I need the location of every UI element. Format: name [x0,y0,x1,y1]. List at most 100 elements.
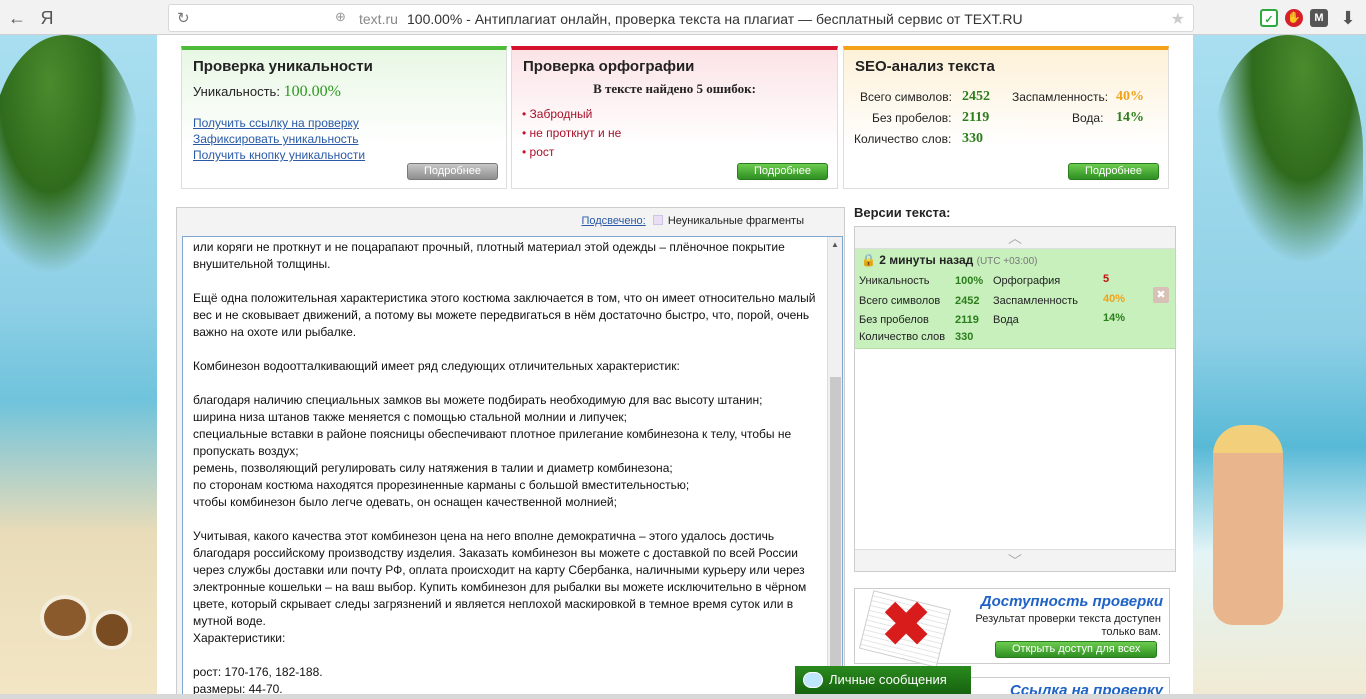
uniqueness-label: Уникальность: [193,84,280,99]
version-words-label: Количество слов [859,331,946,343]
uniqueness-value: 100.00% [283,83,341,100]
versions-title: Версии текста: [854,205,951,220]
uniqueness-card: Проверка уникальности Уникальность: 100.… [181,46,507,189]
versions-sidebar: Версии текста: ︿ 🔒 2 минуты назад (UTC +… [854,205,1179,699]
chat-bubble-icon [803,672,823,688]
version-water-label: Вода [993,314,1019,326]
text-blank [193,511,821,528]
background-beach-left [0,35,157,699]
highlight-legend: Подсвечено: Неуникальные фрагменты [581,215,804,227]
text-blank [193,375,821,392]
version-words-value: 330 [955,331,974,343]
versions-list: ︿ 🔒 2 минуты назад (UTC +03:00) Уникальн… [854,226,1176,572]
access-promo: ✖ Доступность проверки Результат проверк… [854,588,1170,668]
seo-words-label: Количество слов: [854,132,952,146]
uniqueness-line: Уникальность: 100.00% [193,83,506,101]
version-delete-icon[interactable]: ✖ [1153,287,1169,303]
fix-uniqueness-link[interactable]: Зафиксировать уникальность [193,131,506,147]
text-line: Учитывая, какого качества этот комбинезо… [193,529,807,628]
spelling-error-item[interactable]: Забродный [522,105,837,124]
m-extension-icon[interactable]: M [1310,9,1328,27]
text-line: ширина низа штанов также меняется с помо… [193,410,627,424]
version-total-label: Всего символов [859,295,941,307]
version-total-value: 2452 [955,295,980,307]
uniqueness-details-button[interactable]: Подробнее [407,163,499,180]
globe-icon: ⊕ [335,9,346,24]
seo-spam-value: 40% [1116,89,1144,104]
spelling-card: Проверка орфографии В тексте найдено 5 о… [511,46,838,189]
coconut-right [92,610,132,650]
version-time: 2 минуты назад [879,253,974,267]
text-blank [193,273,821,290]
text-area[interactable]: или коряги не проткнут и не поцарапают п… [182,236,843,698]
lock-icon: 🔒 [861,253,876,267]
version-spam-value: 40% [1103,293,1126,305]
seo-water-value: 14% [1116,110,1144,125]
version-spell-value: 5 [1103,273,1110,285]
text-line: специальные вставки в районе поясницы об… [193,427,792,458]
yandex-logo-icon[interactable]: Я [36,7,58,29]
seo-total-label: Всего символов: [860,90,952,104]
text-editor-panel: Подсвечено: Неуникальные фрагменты или к… [176,207,845,699]
seo-nospace-label: Без пробелов: [872,111,952,125]
version-nospace-value: 2119 [955,314,979,326]
seo-card: SEO-анализ текста Всего символов: 2452 З… [843,46,1169,189]
page-content: Проверка уникальности Уникальность: 100.… [157,35,1193,699]
seo-details-button[interactable]: Подробнее [1068,163,1160,180]
text-line: Комбинезон водоотталкивающий имеет ряд с… [193,359,680,373]
get-check-link[interactable]: Получить ссылку на проверку [193,115,506,131]
highlight-link[interactable]: Подсвечено: [581,215,645,227]
bottom-strip [0,694,1366,699]
uniqueness-links: Получить ссылку на проверку Зафиксироват… [193,115,506,163]
download-icon[interactable]: ⬇ [1337,7,1359,29]
spelling-error-item[interactable]: не проткнут и не [522,124,837,143]
text-blank [193,341,821,358]
open-access-button[interactable]: Открыть доступ для всех [995,641,1158,658]
adguard-shield-icon[interactable]: ✓ [1260,9,1278,27]
scrollbar-thumb[interactable] [830,377,841,697]
adblock-stop-icon[interactable]: ✋ [1285,9,1303,27]
red-cross-icon: ✖ [881,591,932,658]
seo-spam-label: Заспамленность: [1012,90,1109,104]
page-title: 100.00% - Антиплагиат онлайн, проверка т… [407,11,1023,27]
background-beach-right [1193,35,1366,699]
seo-words-value: 330 [962,131,983,146]
version-water-value: 14% [1103,312,1126,324]
spelling-error-item[interactable]: рост [522,143,837,162]
text-line: ремень, позволяющий регулировать силу на… [193,461,673,475]
version-uniq-label: Уникальность [859,275,930,287]
version-item[interactable]: 🔒 2 минуты назад (UTC +03:00) Уникальнос… [855,249,1175,349]
text-line: по сторонам костюма находятся прорезинен… [193,478,690,492]
versions-up-icon[interactable]: ︿ [855,227,1175,249]
palm-leaves-right [1213,35,1363,265]
text-scrollbar[interactable]: ▲ [827,237,842,697]
text-blank [193,647,821,664]
woman-figure [1213,425,1283,625]
back-icon[interactable]: ← [6,7,28,29]
highlight-legend-label: Неуникальные фрагменты [667,215,804,227]
scroll-up-icon[interactable]: ▲ [831,240,839,249]
get-uniqueness-button-link[interactable]: Получить кнопку уникальности [193,147,506,163]
text-line: рост: 170-176, 182-188. [193,665,323,679]
seo-nospace-value: 2119 [962,110,990,125]
version-nospace-label: Без пробелов [859,314,929,326]
address-bar[interactable]: ↻ ⊕ text.ru 100.00% - Антиплагиат онлайн… [168,4,1194,32]
reload-icon[interactable]: ↻ [177,9,190,27]
browser-toolbar: ← Я ↻ ⊕ text.ru 100.00% - Антиплагиат он… [0,0,1366,35]
text-line: или коряги не проткнут и не поцарапают п… [193,240,785,271]
spelling-error-list: Забродный не проткнут и не рост [522,105,837,162]
seo-total-value: 2452 [962,89,990,104]
private-messages-label: Личные сообщения [829,672,947,687]
non-unique-swatch [652,215,663,225]
version-spell-label: Орфография [993,275,1061,287]
bookmark-star-icon[interactable]: ★ [1171,9,1185,29]
versions-down-icon[interactable]: ﹀ [855,549,1175,571]
address-host: text.ru [359,11,398,27]
seo-title: SEO-анализ текста [855,58,995,75]
private-messages-bar[interactable]: Личные сообщения [795,666,971,694]
uniqueness-title: Проверка уникальности [193,58,373,75]
version-uniq-value: 100% [955,275,984,287]
text-line: благодаря наличию специальных замков вы … [193,393,763,407]
text-line: Ещё одна положительная характеристика эт… [193,291,816,339]
spelling-details-button[interactable]: Подробнее [737,163,829,180]
